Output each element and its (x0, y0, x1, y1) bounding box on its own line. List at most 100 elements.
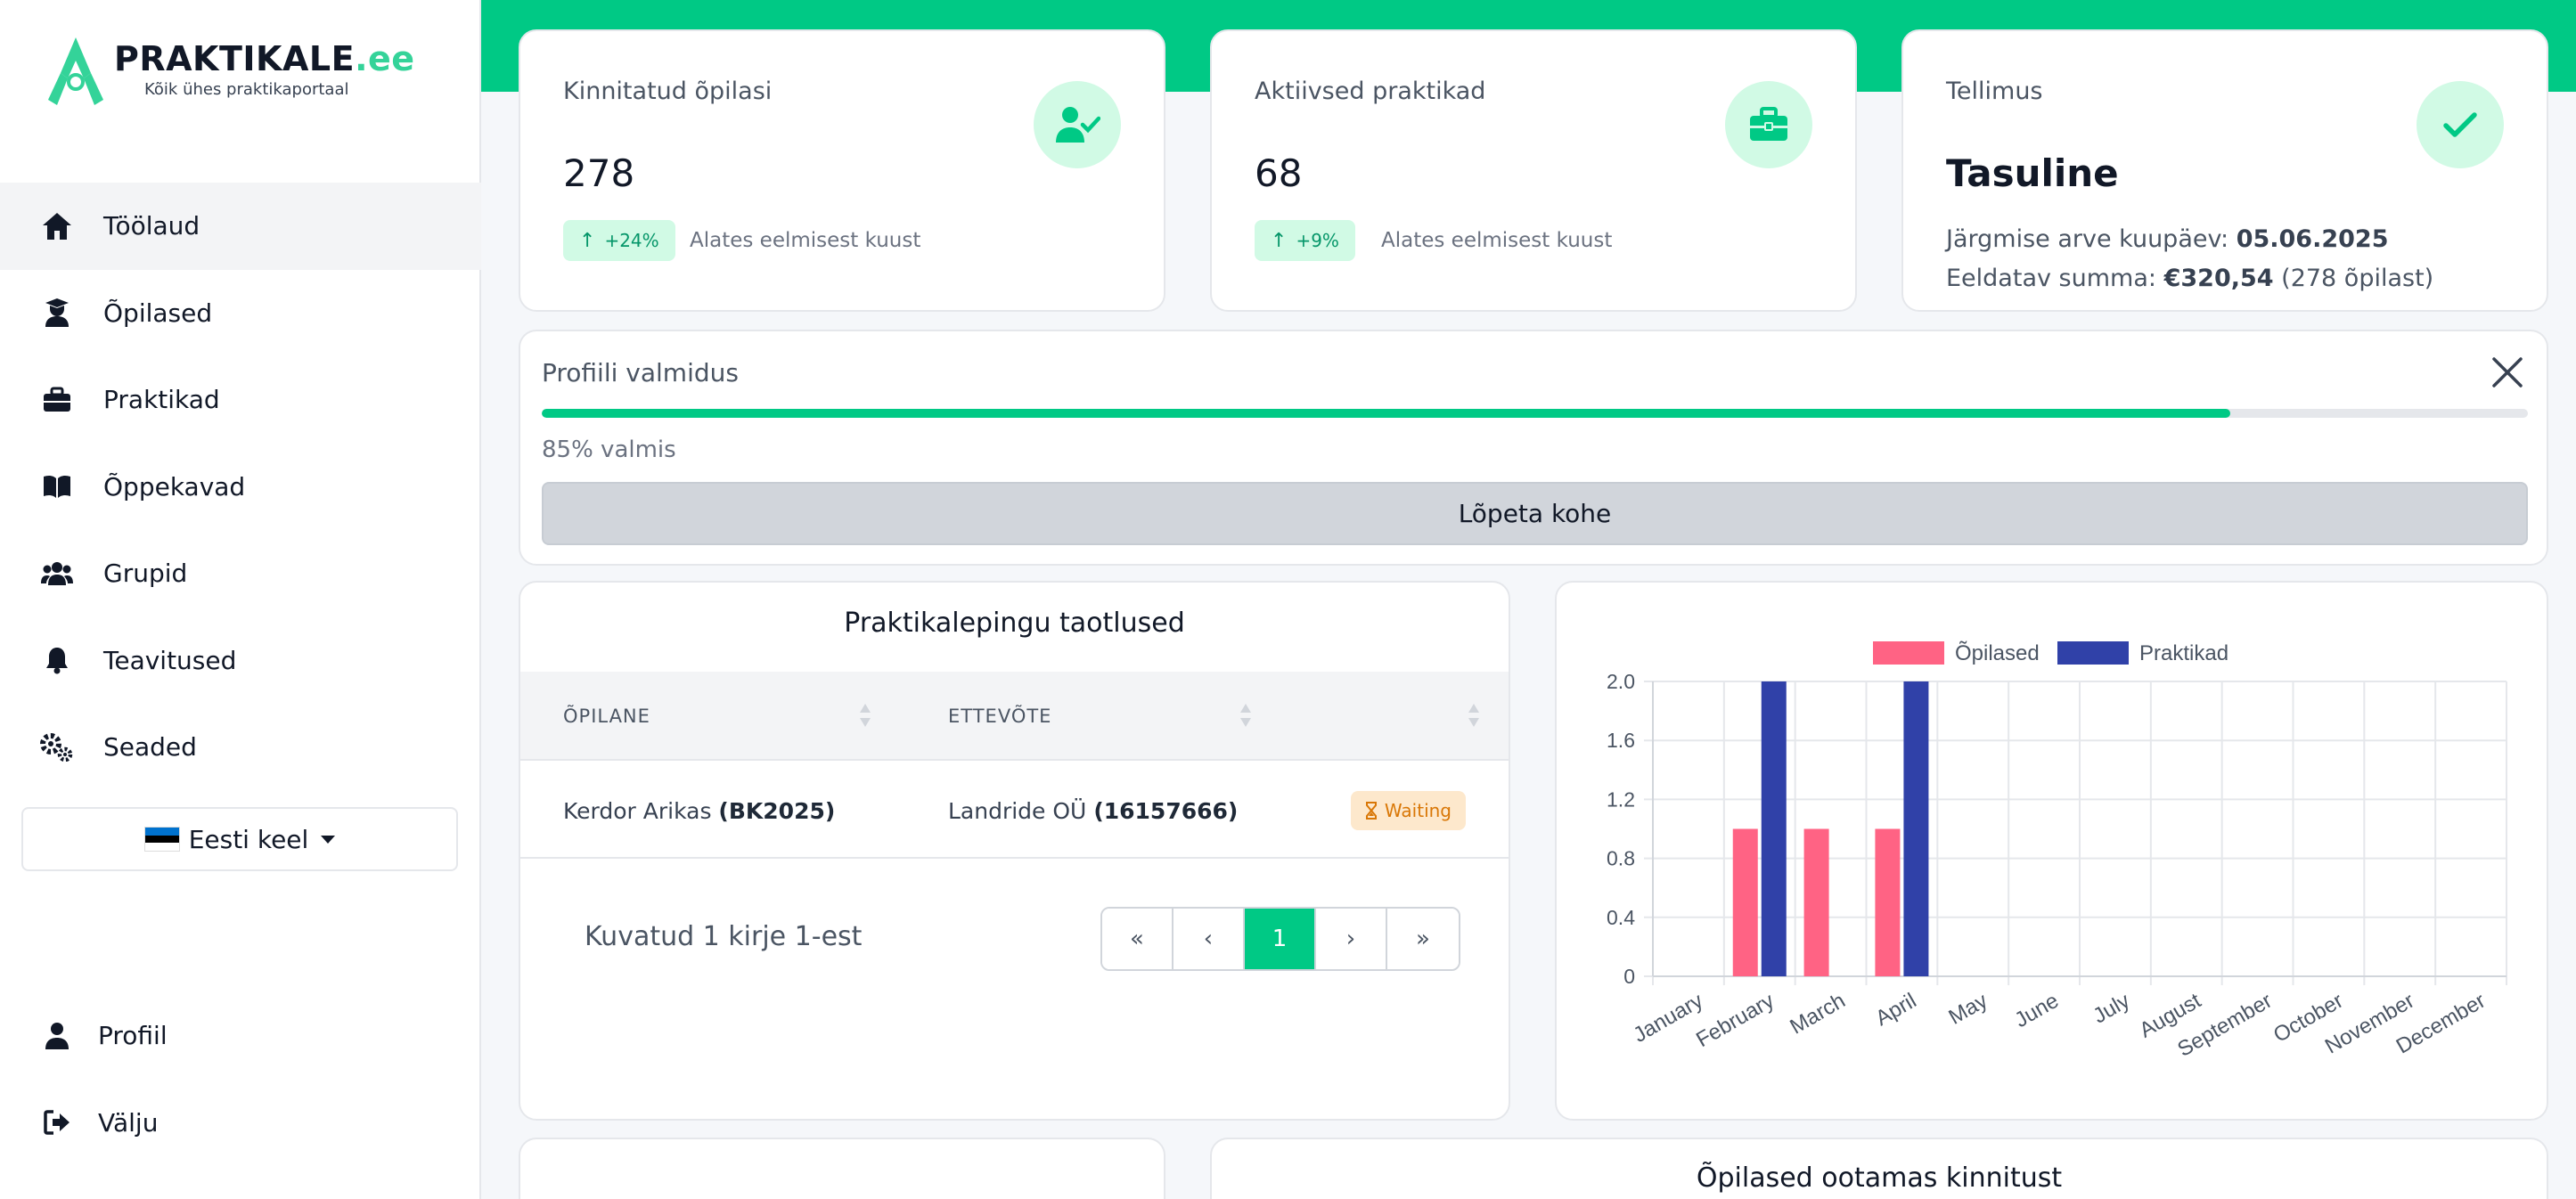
y-tick-label: 0.4 (1607, 906, 1635, 929)
language-selector[interactable]: Eesti keel (21, 807, 458, 871)
company-cell: Landride OÜ (16157666) (948, 798, 1239, 824)
sidebar-item-label: Välju (98, 1107, 159, 1138)
logout-icon (39, 1105, 75, 1140)
monthly-bar-chart: Õpilased Praktikad00.40.81.21.62.0January… (1607, 640, 2507, 1062)
sidebar-item-praktikad[interactable]: Praktikad (0, 356, 481, 444)
caret-down-icon (321, 835, 336, 844)
sidebar-item-profiil[interactable]: Profiil (0, 992, 481, 1080)
x-tick-label: June (2011, 989, 2064, 1032)
sort-icon[interactable] (1468, 702, 1480, 729)
legend-label: Õpilased (1955, 640, 2040, 665)
sidebar-item-label: Grupid (103, 559, 188, 589)
hourglass-icon (1365, 802, 1377, 820)
sidebar-item-toolaud[interactable]: Töölaud (0, 183, 481, 270)
y-tick-label: 1.2 (1607, 787, 1635, 811)
sidebar-item-oppekavad[interactable]: Õppekavad (0, 444, 481, 531)
sidebar-item-teavitused[interactable]: Teavitused (0, 617, 481, 705)
x-tick-label: February (1692, 989, 1779, 1052)
sidebar-item-label: Teavitused (103, 645, 237, 675)
profile-progress-bar (542, 409, 2528, 418)
stat-note: Alates eelmisest kuust (1381, 229, 1613, 252)
profile-progress-text: 85% valmis (542, 436, 676, 463)
user-check-icon (1034, 81, 1121, 168)
brand-tagline: Kõik ühes praktikaportaal (144, 80, 349, 99)
pagination-prev[interactable]: ‹ (1174, 909, 1245, 969)
home-icon (39, 208, 75, 244)
chart-bar (1875, 828, 1901, 976)
language-label: Eesti keel (188, 824, 309, 854)
brand-logo[interactable]: PRAKTIKALE.ee Kõik ühes praktikaportaal (45, 36, 415, 107)
user-icon (39, 1018, 75, 1054)
sort-icon[interactable] (859, 702, 871, 729)
profile-completion-card: Profiili valmidus 85% valmis Lõpeta kohe (519, 330, 2548, 566)
next-invoice: Järgmise arve kuupäev: 05.06.2025 (1946, 225, 2389, 253)
stat-card-students: Kinnitatud õpilasi 278 ↑ +24% Alates eelm… (519, 29, 1165, 312)
chart-bar (1903, 681, 1929, 976)
x-tick-label: March (1786, 989, 1849, 1040)
y-tick-label: 1.6 (1607, 729, 1635, 752)
sidebar-item-grupid[interactable]: Grupid (0, 530, 481, 617)
profile-progress-fill (542, 409, 2230, 418)
briefcase-icon (39, 382, 75, 418)
status-badge: Waiting (1350, 791, 1466, 830)
stat-label: Kinnitatud õpilasi (563, 77, 773, 105)
estonia-flag-icon (143, 827, 180, 852)
bottom-left-card (519, 1138, 1165, 1199)
book-icon (39, 469, 75, 504)
x-tick-label: April (1871, 989, 1920, 1031)
legend-swatch (1873, 641, 1944, 665)
sidebar-item-label: Praktikad (103, 385, 220, 415)
sort-icon[interactable] (1239, 702, 1252, 729)
sidebar-item-valju[interactable]: Välju (0, 1080, 481, 1167)
pagination: « ‹ 1 › » (1100, 907, 1460, 971)
sidebar-item-seaded[interactable]: Seaded (0, 704, 481, 791)
brand-name: PRAKTIKALE.ee (114, 39, 415, 78)
gears-icon (39, 730, 75, 765)
sidebar-nav: Töölaud Õpilased Praktikad Õppekavad Gru… (0, 183, 481, 791)
chart-bar (1803, 828, 1829, 976)
y-tick-label: 0.8 (1607, 847, 1635, 870)
profile-completion-title: Profiili valmidus (542, 358, 739, 387)
chart-bar (1732, 828, 1758, 976)
pagination-next[interactable]: › (1316, 909, 1387, 969)
check-icon (2417, 81, 2504, 168)
chart-card: Õpilased Praktikad 0 0.4 0.8 1.2 1.6 2.0 January… (1555, 581, 2548, 1121)
x-tick-label: May (1944, 989, 1991, 1030)
pagination-page-1[interactable]: 1 (1245, 909, 1316, 969)
sidebar-item-opilased[interactable]: Õpilased (0, 270, 481, 357)
stat-label: Aktiivsed praktikad (1255, 77, 1486, 105)
y-tick-label: 2.0 (1607, 670, 1635, 693)
subscription-card: Tellimus Tasuline Järgmise arve kuupäev:… (1901, 29, 2548, 312)
bell-icon (39, 642, 75, 678)
table-info: Kuvatud 1 kirje 1-est (585, 921, 863, 952)
legend-swatch (2057, 641, 2129, 665)
applications-card: Praktikalepingu taotlused ÕPILANE ETTEVÕ… (519, 581, 1510, 1121)
growth-badge: ↑ +9% (1255, 220, 1355, 261)
column-header-company[interactable]: ETTEVÕTE (948, 706, 1051, 727)
users-icon (39, 556, 75, 591)
arrow-up-icon: ↑ (1271, 229, 1288, 252)
stat-value: 278 (563, 151, 635, 195)
close-icon[interactable] (2490, 355, 2525, 390)
pending-students-title: Õpilased ootamas kinnitust (1696, 1162, 2063, 1194)
growth-badge: ↑ +24% (563, 220, 675, 261)
arrow-up-icon: ↑ (579, 229, 596, 252)
sidebar-item-label: Profiil (98, 1021, 168, 1051)
pagination-first[interactable]: « (1102, 909, 1174, 969)
student-cell: Kerdor Arikas (BK2025) (563, 798, 836, 824)
column-header-student[interactable]: ÕPILANE (563, 706, 650, 727)
sidebar-item-label: Õpilased (103, 298, 213, 328)
pagination-last[interactable]: » (1387, 909, 1459, 969)
logo-icon (48, 37, 103, 105)
chart-bar (1761, 681, 1787, 976)
table-row[interactable]: Kerdor Arikas (BK2025) Landride OÜ (1615… (520, 761, 1509, 859)
legend-label: Praktikad (2139, 641, 2228, 665)
stat-card-internships: Aktiivsed praktikad 68 ↑ +9% Alates eelmi… (1210, 29, 1857, 312)
expected-amount: Eeldatav summa: €320,54 (278 õpilast) (1946, 265, 2434, 292)
stat-note: Alates eelmisest kuust (690, 229, 921, 252)
sidebar-item-label: Töölaud (103, 211, 200, 241)
finish-profile-button[interactable]: Lõpeta kohe (542, 482, 2528, 545)
table-header: ÕPILANE ETTEVÕTE (520, 672, 1509, 761)
briefcase-icon (1725, 81, 1812, 168)
subscription-label: Tellimus (1946, 77, 2043, 105)
